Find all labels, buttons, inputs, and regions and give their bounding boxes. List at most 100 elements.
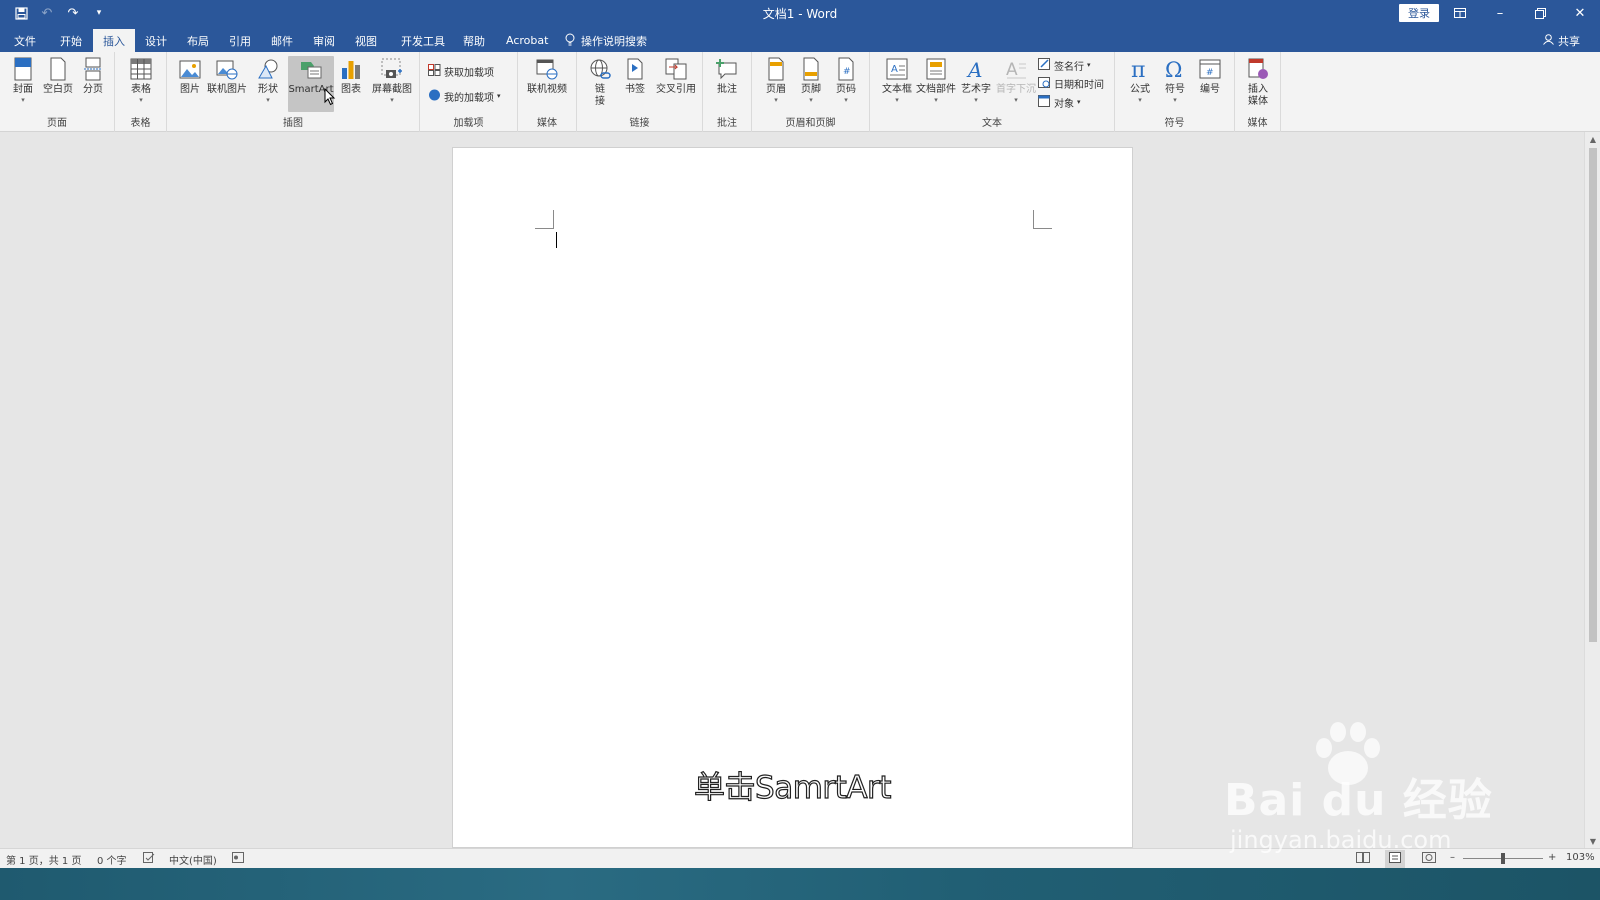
ribbon-display-options-icon[interactable] — [1440, 0, 1480, 26]
zoom-slider-thumb[interactable] — [1501, 853, 1505, 864]
signature-icon — [1038, 57, 1051, 73]
svg-text:#: # — [1206, 68, 1214, 78]
tab-help[interactable]: 帮助 — [453, 29, 495, 52]
object-icon — [1038, 94, 1051, 110]
svg-text:A: A — [1006, 60, 1018, 80]
web-layout-icon[interactable] — [1422, 852, 1436, 866]
tab-layout[interactable]: 布局 — [177, 29, 219, 52]
zoom-level[interactable]: 103% — [1566, 852, 1595, 863]
language[interactable]: 中文(中国) — [169, 852, 217, 867]
close-icon[interactable]: ✕ — [1560, 0, 1600, 26]
dropcap-icon: A — [1004, 56, 1028, 82]
scroll-down-icon[interactable]: ▼ — [1585, 834, 1600, 848]
bookmark-button[interactable]: 书签 — [618, 56, 652, 96]
comment-icon — [715, 56, 739, 82]
cover-page-icon — [11, 56, 35, 82]
screenshot-button[interactable]: 屏幕截图 ▾ — [369, 56, 415, 104]
proofing-icon[interactable] — [143, 852, 155, 866]
blank-page-button[interactable]: 空白页 — [41, 56, 75, 96]
quick-parts-icon — [924, 56, 948, 82]
cross-reference-button[interactable]: 交叉引用 — [653, 56, 699, 96]
read-mode-icon[interactable] — [1356, 852, 1370, 866]
insert-media-icon — [1246, 56, 1270, 82]
tab-design[interactable]: 设计 — [135, 29, 177, 52]
online-pictures-button[interactable]: 联机图片 — [207, 56, 247, 96]
word-count[interactable]: 0 个字 — [97, 852, 127, 867]
shapes-button[interactable]: 形状 ▾ — [251, 56, 285, 104]
vertical-scrollbar[interactable]: ▲ ▼ — [1584, 132, 1600, 848]
group-label-symbols: 符号 — [1164, 118, 1185, 129]
svg-text:π: π — [1131, 58, 1145, 80]
insert-media-button[interactable]: 插入 媒体 — [1241, 56, 1275, 108]
svg-text:A: A — [966, 58, 982, 80]
group-symbols: π 公式 ▾ Ω 符号 ▾ # 编号 符号 — [1115, 52, 1235, 132]
macro-recording-icon[interactable] — [232, 852, 244, 866]
get-addins-button[interactable]: 获取加载项 — [428, 62, 494, 80]
new-comment-button[interactable]: 批注 — [710, 56, 744, 96]
textbox-button[interactable]: A 文本框 ▾ — [878, 56, 916, 104]
page-break-button[interactable]: 分页 — [76, 56, 110, 96]
group-label-addins: 加载项 — [453, 118, 484, 129]
footer-button[interactable]: 页脚 ▾ — [794, 56, 828, 104]
zoom-in-icon[interactable]: + — [1548, 852, 1556, 863]
minimize-icon[interactable]: – — [1480, 0, 1520, 26]
zoom-out-icon[interactable]: – — [1450, 852, 1455, 863]
date-time-button[interactable]: 日期和时间 — [1038, 74, 1104, 92]
page-count[interactable]: 第 1 页，共 1 页 — [6, 852, 81, 867]
tell-me-search[interactable]: 操作说明搜索 — [565, 29, 647, 52]
login-button[interactable]: 登录 — [1399, 4, 1439, 22]
object-button[interactable]: 对象 ▾ — [1038, 93, 1081, 111]
page-number-button[interactable]: # 页码 ▾ — [829, 56, 863, 104]
ribbon: 封面 ▾ 空白页 分页 页面 表格 ▾ 表格 图片 联机图片 形状 ▾ Smar… — [0, 52, 1600, 182]
tab-file[interactable]: 文件 — [4, 29, 46, 52]
window-title: 文档1 - Word — [762, 7, 838, 21]
status-bar: 第 1 页，共 1 页 0 个字 中文(中国) – + 103% — [0, 848, 1600, 868]
table-button[interactable]: 表格 ▾ — [124, 56, 158, 104]
group-label-text: 文本 — [982, 118, 1002, 129]
online-picture-icon — [215, 56, 239, 82]
tab-mailings[interactable]: 邮件 — [261, 29, 303, 52]
wordart-button[interactable]: A 艺术字 ▾ — [957, 56, 995, 104]
group-text: A 文本框 ▾ 文档部件 ▾ A 艺术字 ▾ A 首字下沉 ▾ 签名行 ▾ 日期… — [870, 52, 1115, 132]
person-icon — [1543, 33, 1554, 48]
text-cursor — [556, 232, 557, 248]
share-button[interactable]: 共享 — [1543, 29, 1580, 52]
bookmark-icon — [623, 56, 647, 82]
scroll-up-icon[interactable]: ▲ — [1585, 132, 1600, 146]
print-layout-icon[interactable] — [1385, 850, 1405, 868]
blank-page-icon — [46, 56, 70, 82]
picture-icon — [178, 56, 202, 82]
link-button[interactable]: 链 接 — [583, 56, 617, 108]
numbering-button[interactable]: # 编号 — [1193, 56, 1227, 96]
header-button[interactable]: 页眉 ▾ — [759, 56, 793, 104]
group-label-media: 媒体 — [537, 118, 557, 129]
group-label-illustrations: 插图 — [283, 118, 303, 129]
dropcap-button[interactable]: A 首字下沉 ▾ — [996, 56, 1036, 104]
tab-references[interactable]: 引用 — [219, 29, 261, 52]
instruction-caption: 单击SamrtArt — [693, 769, 892, 806]
restore-icon[interactable] — [1520, 0, 1560, 26]
chart-button[interactable]: 图表 — [334, 56, 368, 96]
scroll-thumb[interactable] — [1589, 148, 1597, 642]
group-illustrations: 图片 联机图片 形状 ▾ SmartArt 图表 屏幕截图 ▾ 插图 — [167, 52, 420, 132]
symbol-button[interactable]: Ω 符号 ▾ — [1158, 56, 1192, 104]
cover-page-button[interactable]: 封面 ▾ — [6, 56, 40, 104]
ribbon-tabs: 文件 开始 插入 设计 布局 引用 邮件 审阅 视图 开发工具 帮助 Acrob… — [0, 26, 1600, 52]
group-label-links: 链接 — [629, 118, 650, 129]
equation-button[interactable]: π 公式 ▾ — [1123, 56, 1157, 104]
tab-home[interactable]: 开始 — [50, 29, 92, 52]
tab-review[interactable]: 审阅 — [303, 29, 345, 52]
online-video-button[interactable]: 联机视频 — [523, 56, 571, 96]
signature-line-button[interactable]: 签名行 ▾ — [1038, 56, 1091, 74]
document-page[interactable]: 单击SamrtArt — [452, 147, 1133, 848]
tab-acrobat[interactable]: Acrobat — [496, 29, 558, 52]
smartart-icon — [299, 56, 323, 82]
tab-view[interactable]: 视图 — [345, 29, 387, 52]
svg-text:A: A — [891, 64, 898, 75]
pictures-button[interactable]: 图片 — [173, 56, 207, 96]
quick-parts-button[interactable]: 文档部件 ▾ — [916, 56, 956, 104]
tab-developer[interactable]: 开发工具 — [391, 29, 455, 52]
my-addins-button[interactable]: 我的加载项 ▾ — [428, 87, 501, 105]
tab-insert[interactable]: 插入 — [93, 29, 135, 52]
footer-icon — [799, 56, 823, 82]
